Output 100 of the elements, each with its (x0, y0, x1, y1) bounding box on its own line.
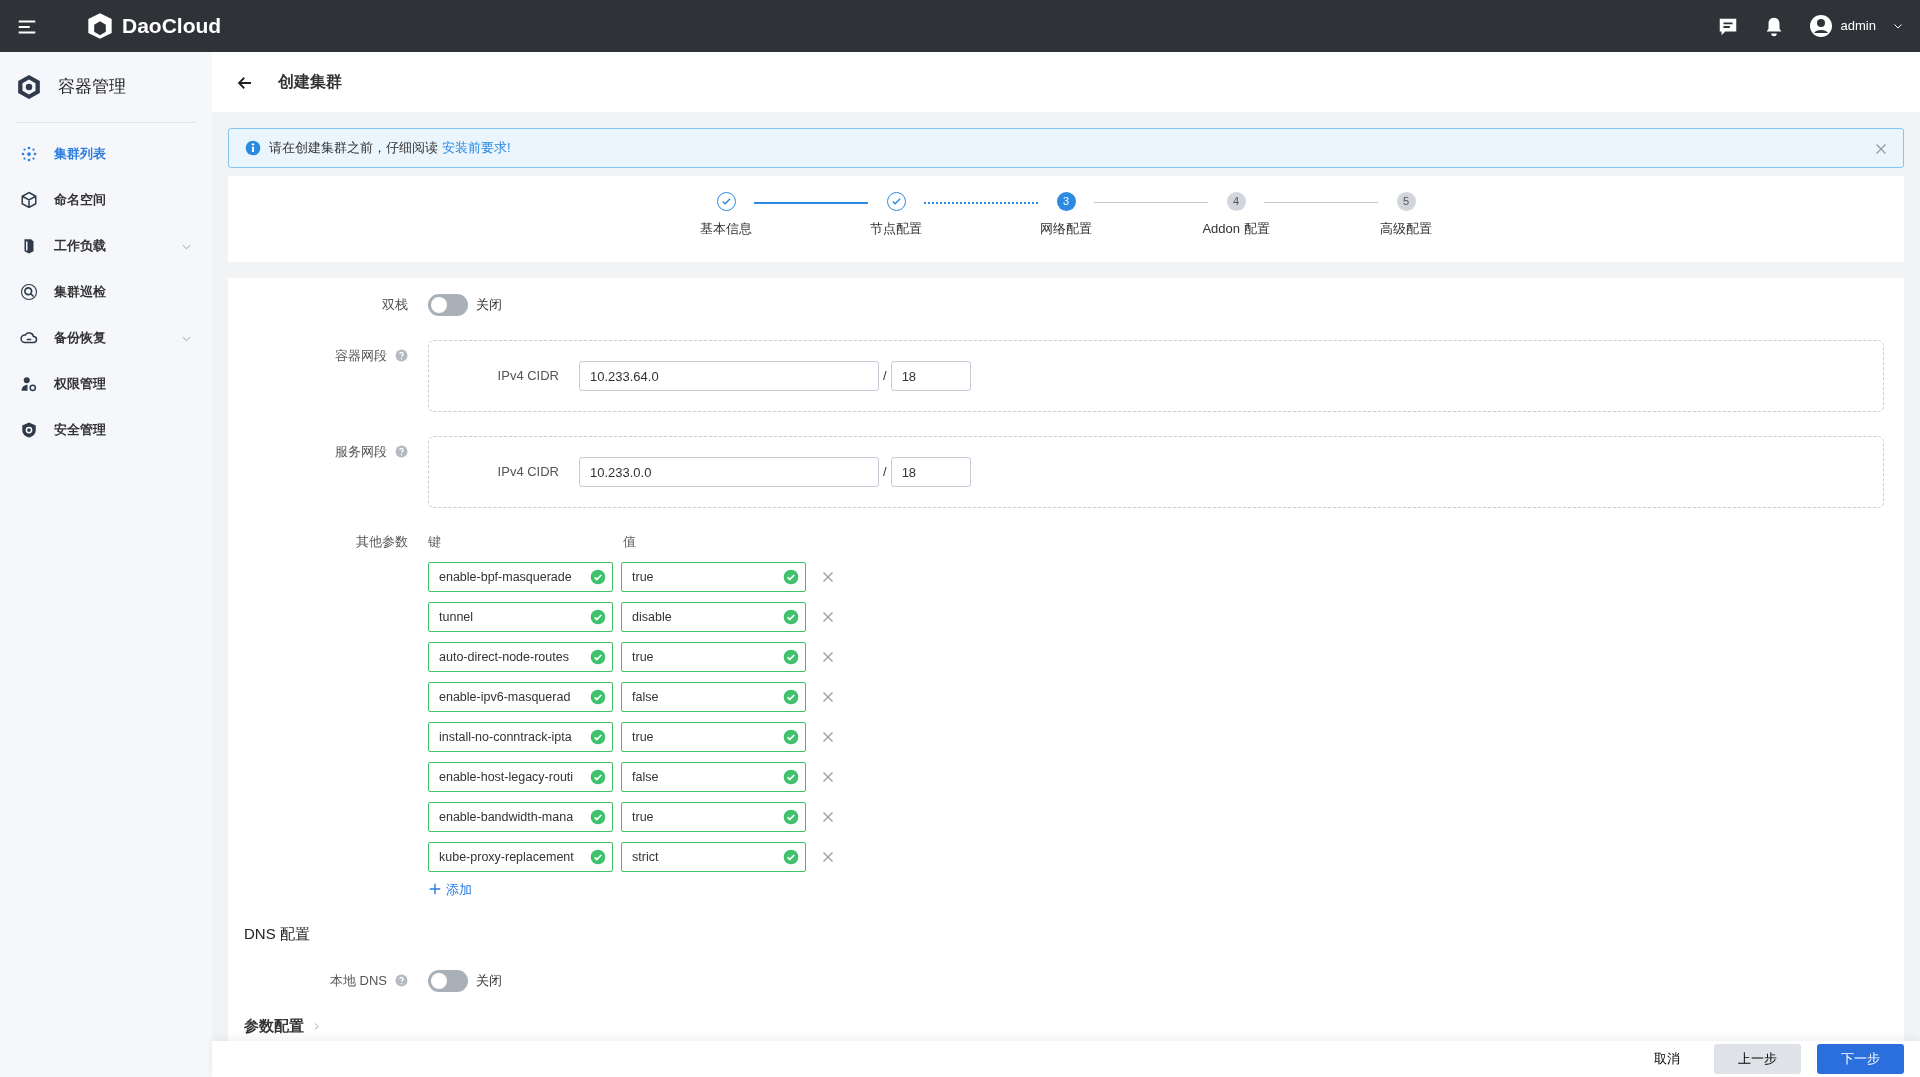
plus-icon (428, 882, 442, 897)
alert-text: 请在创建集群之前，仔细阅读 (269, 139, 438, 158)
step-indicator: 3 (1056, 192, 1076, 211)
prefix-input[interactable]: 18 (890, 361, 971, 391)
column-header: 键 (428, 533, 442, 551)
cidr-label: IPv4 CIDR (496, 463, 560, 482)
check-circle-icon (590, 768, 606, 785)
column-header: 值 (623, 533, 636, 551)
value-field[interactable]: true (621, 641, 806, 672)
sidebar-item[interactable]: 工作负载 (0, 223, 212, 269)
close-icon (822, 731, 834, 744)
cidr-label: IPv4 CIDR (496, 367, 560, 386)
close-icon (822, 571, 834, 584)
step-label: 基本信息 (700, 220, 752, 238)
close-icon (822, 771, 834, 784)
step-indicator: 4 (1226, 192, 1246, 211)
next-button[interactable]: 下一步 (1817, 1044, 1904, 1074)
sidebar-item[interactable]: 安全管理 (0, 407, 212, 453)
key-field[interactable]: enable-bandwidth-mana (428, 801, 613, 832)
sidebar-title: 容器管理 (58, 76, 126, 99)
check-circle-icon (590, 728, 606, 745)
slash-text: / (883, 463, 887, 482)
address-input[interactable]: 10.233.64.0 (579, 361, 879, 391)
toggle-state: 关闭 (476, 296, 502, 315)
section-title: 参数配置 (244, 1016, 304, 1036)
toggle-switch[interactable] (428, 294, 468, 316)
page-title: 创建集群 (278, 72, 342, 92)
check-circle-icon (590, 608, 606, 625)
close-icon (1875, 142, 1887, 155)
logo-icon (86, 12, 114, 40)
close-icon (822, 851, 834, 864)
check-circle-icon (783, 688, 799, 705)
hexagon-logo-icon (16, 74, 42, 100)
field-label: 其他参数 (356, 533, 408, 551)
help-icon (395, 445, 408, 459)
section-title: DNS 配置 (243, 924, 311, 944)
previous-button[interactable]: 上一步 (1714, 1044, 1801, 1074)
brand-name: DaoCloud (122, 13, 222, 40)
step-label: 高级配置 (1380, 220, 1432, 238)
close-icon (822, 811, 834, 824)
sidebar-item[interactable]: 集群列表 (0, 131, 212, 177)
sidebar-item[interactable]: 集群巡检 (0, 269, 212, 315)
value-field[interactable]: false (621, 681, 806, 712)
step-indicator: 5 (1396, 192, 1416, 211)
check-circle-icon (783, 608, 799, 625)
key-field[interactable]: auto-direct-node-routes (428, 641, 613, 672)
check-circle-icon (783, 848, 799, 865)
check-circle-icon (783, 768, 799, 785)
help-icon (395, 974, 408, 987)
check-circle-icon (783, 568, 799, 585)
key-field[interactable]: install-no-conntrack-ipta (428, 721, 613, 752)
check-circle-icon (783, 648, 799, 665)
field-label: 双栈 (382, 296, 408, 315)
info-icon (245, 140, 261, 156)
toggle-switch[interactable] (428, 969, 468, 992)
shield-icon (20, 421, 38, 439)
value-field[interactable]: false (621, 761, 806, 792)
toggle-state: 关闭 (476, 971, 502, 990)
help-icon (395, 349, 408, 363)
value-field[interactable]: disable (621, 601, 806, 632)
check-circle-icon (590, 648, 606, 665)
value-field[interactable]: true (621, 561, 806, 592)
sidebar-item[interactable]: 命名空间 (0, 177, 212, 223)
add-button[interactable]: 添加 (428, 879, 472, 899)
check-circle-icon (590, 568, 606, 585)
search-icon (20, 283, 38, 301)
dots-icon (20, 145, 38, 163)
cancel-button[interactable]: 取消 (1636, 1044, 1698, 1074)
value-field[interactable]: true (621, 721, 806, 752)
close-icon (822, 651, 834, 664)
key-field[interactable]: kube-proxy-replacement (428, 841, 613, 872)
close-icon (822, 691, 834, 704)
check-icon (720, 196, 732, 207)
key-field[interactable]: enable-ipv6-masquerad (428, 681, 613, 712)
cube-icon (20, 191, 38, 209)
field-label: 容器网段 (335, 347, 387, 365)
close-icon (822, 611, 834, 624)
key-field[interactable]: tunnel (428, 601, 613, 632)
key-field[interactable]: enable-host-legacy-routi (428, 761, 613, 792)
sidebar-item[interactable]: 备份恢复 (0, 315, 212, 361)
value-field[interactable]: true (621, 801, 806, 832)
user-gear-icon (20, 375, 38, 393)
check-circle-icon (783, 728, 799, 745)
key-field[interactable]: enable-bpf-masquerade (428, 561, 613, 592)
check-circle-icon (590, 688, 606, 705)
step-label: 节点配置 (870, 220, 922, 238)
slash-text: / (883, 367, 887, 386)
chevron-right-icon (312, 1021, 321, 1031)
address-input[interactable]: 10.233.0.0 (579, 457, 879, 487)
check-circle-icon (590, 808, 606, 825)
step-label: 网络配置 (1040, 220, 1092, 238)
sidebar-item[interactable]: 权限管理 (0, 361, 212, 407)
field-label: 本地 DNS (329, 971, 387, 990)
check-circle-icon (783, 808, 799, 825)
check-icon (890, 196, 902, 207)
prefix-input[interactable]: 18 (890, 457, 971, 487)
avatar-icon (1808, 14, 1833, 38)
value-field[interactable]: strict (621, 841, 806, 872)
user-name: admin (1840, 17, 1876, 36)
field-label: 服务网段 (335, 443, 387, 461)
